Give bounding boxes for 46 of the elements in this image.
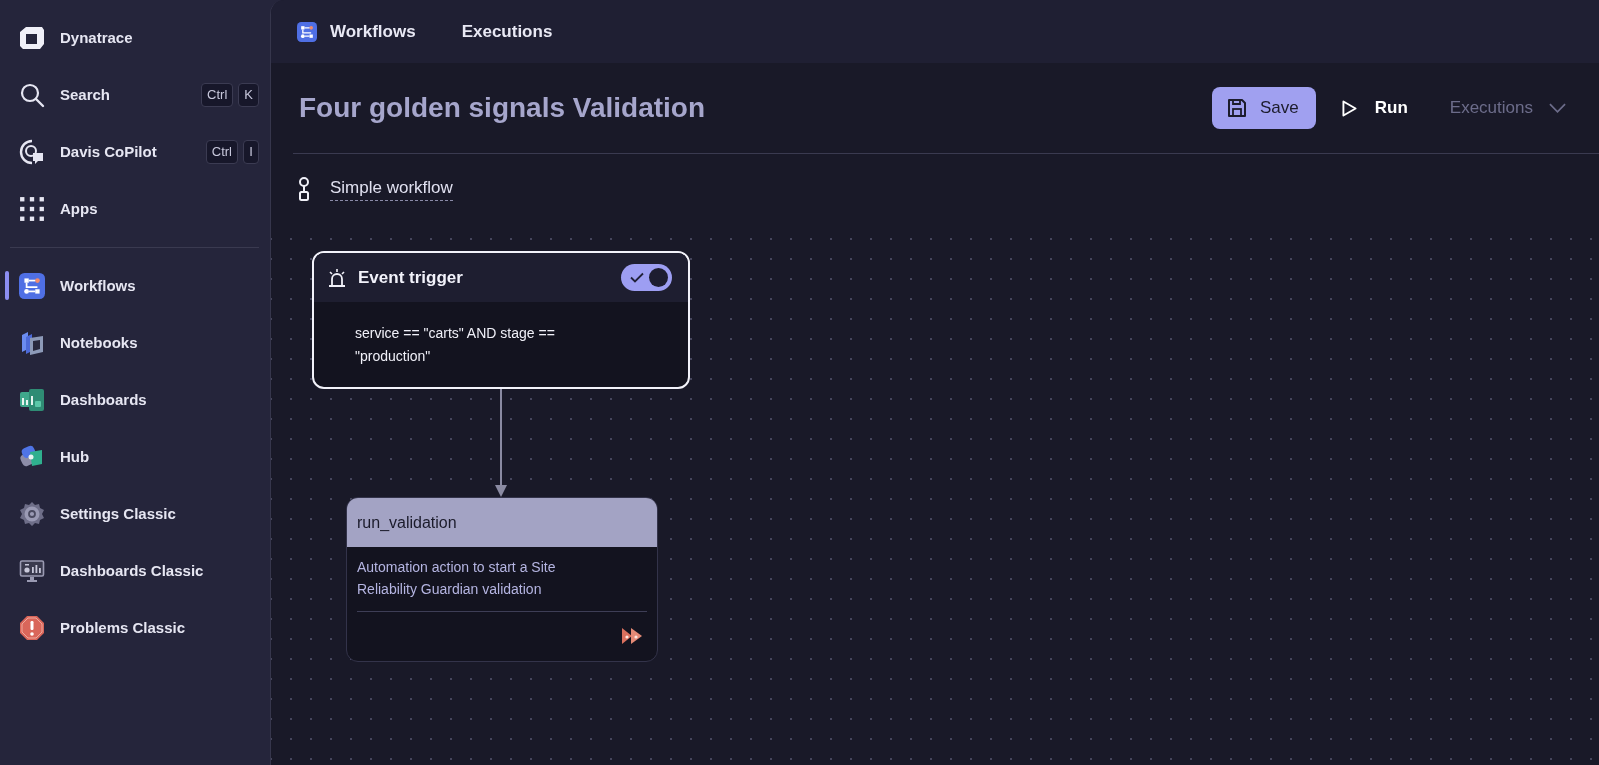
- shortcut-key: Ctrl: [201, 82, 234, 107]
- sidebar-item[interactable]: Hub: [0, 428, 259, 485]
- brand-link[interactable]: Dynatrace: [0, 9, 259, 66]
- search-icon: [19, 81, 45, 108]
- page-title: Four golden signals Validation: [299, 92, 707, 124]
- check-icon: [630, 272, 644, 283]
- sidebar-item[interactable]: Workflows: [0, 257, 259, 314]
- monitor-chart-icon: [19, 557, 45, 584]
- run-button[interactable]: Run: [1341, 98, 1408, 118]
- chevron-down-icon: [1549, 103, 1566, 113]
- shortcut-key: K: [238, 82, 259, 107]
- sidebar-item[interactable]: Dashboards Classic: [0, 542, 259, 599]
- bar-chart-icon: [19, 386, 45, 413]
- node-title: run_validation: [357, 513, 457, 532]
- settings-icon: [19, 500, 45, 527]
- shortcut-key: Ctrl: [205, 139, 238, 164]
- trigger-node[interactable]: Event trigger service == "carts" AND stage == "production": [312, 251, 690, 389]
- save-icon: [1227, 98, 1248, 118]
- flowchart-icon: [19, 272, 45, 299]
- play-icon: [1341, 99, 1357, 117]
- task-node[interactable]: run_validation Automation action to start a Site Reliability Guardian validation: [346, 497, 658, 662]
- speech-bubble-icon: [19, 138, 45, 165]
- workflow-type-link[interactable]: Simple workflow: [330, 177, 453, 201]
- flowchart-icon: [297, 21, 317, 42]
- sidebar-item[interactable]: Problems Classic: [0, 599, 259, 656]
- enable-toggle[interactable]: [621, 264, 672, 291]
- trigger-condition: service == "carts" AND stage == "production": [355, 324, 556, 366]
- shortcut-key: I: [243, 139, 259, 164]
- node-title: Event trigger: [358, 267, 464, 288]
- cube-logo-icon: [19, 24, 45, 51]
- sidebar-item[interactable]: Apps: [0, 180, 259, 237]
- sidebar-item[interactable]: Davis CoPilot: [0, 123, 201, 180]
- sidebar-item[interactable]: Notebooks: [0, 314, 259, 371]
- sidebar-item[interactable]: Settings Classic: [0, 485, 259, 542]
- app-name-link[interactable]: Workflows: [297, 21, 416, 42]
- nav-link[interactable]: Executions: [461, 21, 553, 42]
- alert-octagon-icon: [19, 614, 45, 641]
- stacked-layers-icon: [19, 329, 45, 356]
- save-button[interactable]: Save: [1212, 87, 1316, 129]
- siren-icon: [327, 267, 347, 288]
- fast-forward-icon: [621, 627, 643, 645]
- sidebar-item[interactable]: Dashboards: [0, 371, 259, 428]
- grid-icon: [19, 195, 45, 222]
- node-link-icon: [298, 177, 310, 201]
- task-description: Automation action to start a Site Reliability Guardian validation: [357, 558, 557, 599]
- sidebar-item[interactable]: Search: [0, 66, 197, 123]
